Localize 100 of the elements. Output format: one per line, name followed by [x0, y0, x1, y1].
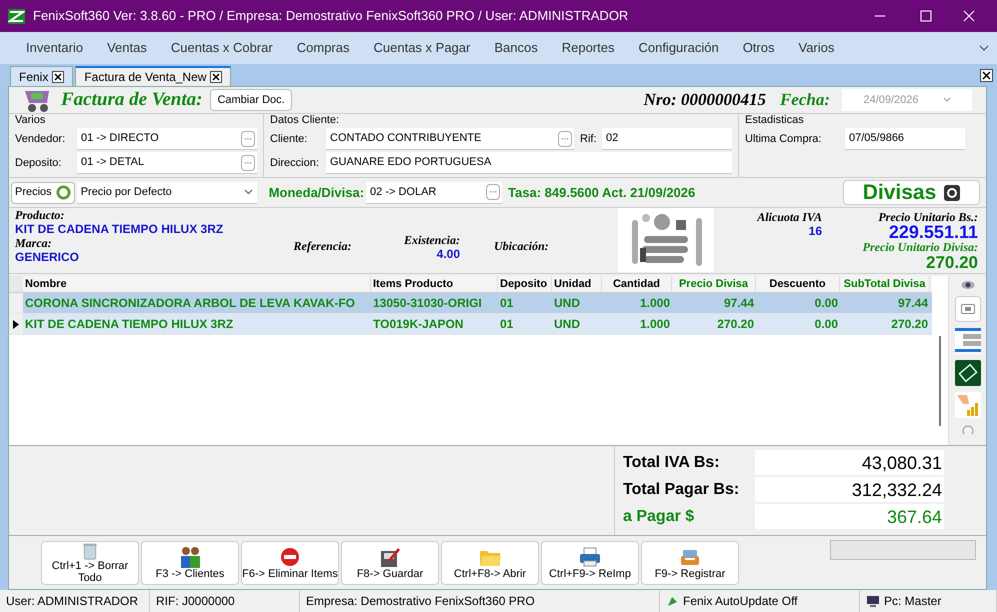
- scrollbar[interactable]: [939, 336, 941, 426]
- column-header[interactable]: Items Producto: [371, 276, 498, 292]
- list-icon[interactable]: [954, 328, 980, 354]
- group-label: Estadisticas: [745, 114, 805, 126]
- field-label: Direccion:: [270, 156, 320, 171]
- total-label: Total IVA Bs:: [623, 452, 721, 472]
- status-text: User: ADMINISTRADOR: [6, 593, 138, 610]
- chevron-down-icon[interactable]: [979, 44, 989, 52]
- eye-icon[interactable]: [960, 280, 974, 290]
- stop-icon: [278, 546, 302, 568]
- stock-label: Existencia:: [404, 232, 460, 246]
- column-header[interactable]: Descuento: [756, 276, 840, 292]
- toolbar-button[interactable]: F9-> Registrar: [641, 540, 739, 584]
- reference-label: Referencia:: [294, 238, 352, 254]
- address-field[interactable]: GUANARE EDO PORTUGUESA: [326, 152, 732, 174]
- table-cell-text: 1.000: [638, 316, 671, 333]
- prices-button[interactable]: Precios: [11, 182, 75, 204]
- last-purchase-field[interactable]: 07/05/9866: [845, 128, 965, 150]
- column-header[interactable]: SubTotal Divisa: [840, 276, 930, 292]
- table-cell-text: 01: [499, 316, 514, 333]
- table-row[interactable]: KIT DE CADENA TIEMPO HILUX 3RZ TO019K-JAPON 01 UND 1.000 270.20 0.00 270.20: [9, 314, 932, 335]
- total-value: 43,080.31: [755, 450, 944, 475]
- toolbar-button[interactable]: Ctrl+F9-> ReImp: [541, 540, 639, 584]
- table-cell-text: 0.00: [814, 295, 839, 312]
- currencies-button[interactable]: Divisas: [843, 180, 980, 205]
- column-header[interactable]: Precio Divisa: [672, 276, 756, 292]
- close-icon[interactable]: [980, 69, 993, 82]
- table-cell-text: TO019K-JAPON: [372, 316, 464, 333]
- form-title: Factura de Venta:: [61, 88, 202, 112]
- ellipsis-button[interactable]: ···: [558, 130, 572, 146]
- menu-item[interactable]: Otros: [730, 38, 786, 58]
- table-cell-text: 01: [499, 295, 514, 312]
- product-name: KIT DE CADENA TIEMPO HILUX 3RZ: [15, 222, 224, 236]
- column-header[interactable]: Unidad: [552, 276, 602, 292]
- date-label: Fecha:: [780, 89, 830, 112]
- chevron-down-icon: [244, 189, 253, 195]
- select-field[interactable]: 01 -> DIRECTO ···: [77, 128, 257, 150]
- invoice-number: Nro: 0000000415: [644, 89, 766, 112]
- menu-item[interactable]: Bancos: [482, 38, 550, 58]
- toolbar-button[interactable]: Ctrl+F8-> Abrir: [441, 540, 539, 584]
- table-cell-text: UND: [553, 295, 581, 312]
- brand-label: Marca:: [15, 236, 53, 250]
- menu-item[interactable]: Cuentas x Pagar: [362, 38, 482, 58]
- ellipsis-button[interactable]: ···: [241, 154, 255, 170]
- table-cell-text: 270.20: [890, 316, 929, 333]
- status-text: Fenix AutoUpdate Off: [683, 593, 798, 610]
- table-cell-text: CORONA SINCRONIZADORA ARBOL DE LEVA KAVAK-FO: [24, 295, 356, 312]
- row-selector[interactable]: [9, 314, 23, 334]
- toolbar-button[interactable]: F3 -> Clientes: [141, 540, 239, 584]
- menu-item[interactable]: Inventario: [14, 38, 96, 58]
- table-cell-text: 0.00: [814, 316, 839, 333]
- brand-name: GENERICO: [15, 250, 80, 264]
- location-label: Ubicación:: [494, 238, 549, 254]
- total-label: Total Pagar Bs:: [623, 480, 740, 500]
- table-cell-text: UND: [553, 316, 581, 333]
- menu-item[interactable]: Compras: [284, 38, 362, 58]
- tab[interactable]: Fenix: [10, 66, 74, 86]
- window-title: FenixSoft360 Ver: 3.8.60 - PRO / Empresa: Demostrativo FenixSoft360 PRO / User: ADMINISTRADOR: [33, 7, 630, 26]
- stock-value: 4.00: [436, 246, 460, 260]
- close-icon[interactable]: [52, 70, 64, 82]
- menu-item[interactable]: Ventas: [95, 38, 159, 58]
- rif-field[interactable]: 02: [602, 128, 732, 150]
- card-icon[interactable]: [954, 296, 980, 322]
- vat-label: Alicuota IVA: [757, 210, 822, 224]
- maximize-icon[interactable]: [920, 10, 932, 22]
- computer-icon: [866, 595, 880, 607]
- field-label: Vendedor:: [15, 132, 66, 147]
- total-label: a Pagar $: [623, 506, 696, 526]
- column-header[interactable]: Nombre: [23, 276, 371, 292]
- refresh-icon: [56, 185, 71, 200]
- menu-item[interactable]: Varios: [786, 38, 846, 58]
- select-field[interactable]: 01 -> DETAL ···: [77, 152, 257, 174]
- column-header[interactable]: Cantidad: [602, 276, 672, 292]
- change-document-button[interactable]: Cambiar Doc.: [210, 89, 292, 111]
- close-icon[interactable]: [210, 71, 222, 83]
- column-header[interactable]: Deposito: [498, 276, 552, 292]
- exchange-rate: Tasa: 849.5600 Act. 21/09/2026: [508, 184, 696, 202]
- chevron-down-icon: [942, 97, 951, 103]
- ellipsis-button[interactable]: ···: [486, 184, 500, 200]
- menu-item[interactable]: Configuración: [626, 38, 731, 58]
- currency-field[interactable]: 02 -> DOLAR ···: [366, 182, 502, 204]
- tab[interactable]: Factura de Venta_New: [75, 66, 232, 86]
- menu-item[interactable]: Reportes: [550, 38, 626, 58]
- status-text: RIF: J0000000: [156, 593, 235, 610]
- menu-item[interactable]: Cuentas x Cobrar: [158, 38, 285, 58]
- vat-rate: 16: [808, 224, 822, 238]
- price-select[interactable]: Precio por Defecto: [76, 182, 257, 204]
- unit-price-bs: 229.551.11: [888, 225, 978, 240]
- client-field[interactable]: CONTADO CONTRIBUYENTE ···: [326, 128, 574, 150]
- table-cell-text: KIT DE CADENA TIEMPO HILUX 3RZ: [24, 316, 234, 333]
- table-cell-text: 270.20: [716, 316, 755, 333]
- refresh-icon: [944, 184, 960, 200]
- status-text: Pc: Master: [884, 593, 942, 610]
- toolbar-button[interactable]: F6-> Eliminar Items: [241, 540, 339, 584]
- money-icon[interactable]: [954, 360, 980, 386]
- toolbar-button[interactable]: Ctrl+1 -> Borrar Todo: [41, 540, 139, 584]
- ellipsis-button[interactable]: ···: [241, 130, 255, 146]
- table-cell-text: 1.000: [638, 295, 671, 312]
- toolbar-button[interactable]: F8-> Guardar: [341, 540, 439, 584]
- save-icon: [378, 546, 402, 568]
